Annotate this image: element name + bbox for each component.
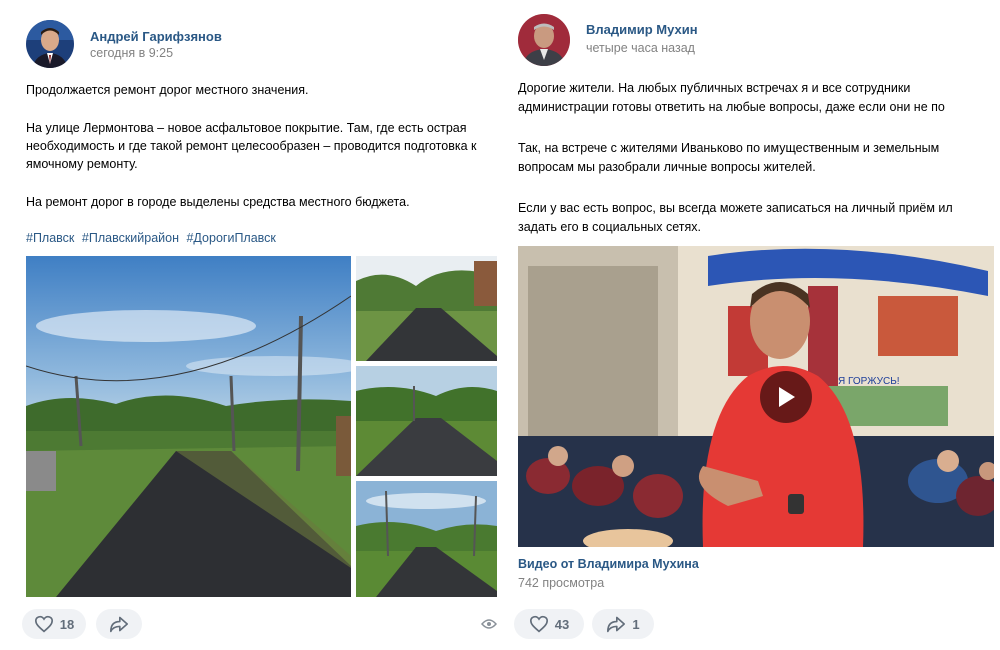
share-button[interactable] bbox=[96, 609, 142, 639]
post-text-line: ямочному ремонту. bbox=[26, 157, 138, 171]
post-text-line: Если у вас есть вопрос, вы всегда можете… bbox=[518, 201, 953, 215]
play-icon bbox=[775, 385, 797, 409]
post-text-line: вопросам мы разобрали личные вопросы жит… bbox=[518, 160, 816, 174]
road-photo-thumb[interactable] bbox=[356, 481, 497, 597]
post-text-line: На улице Лермонтова – новое асфальтовое … bbox=[26, 121, 467, 135]
like-button[interactable]: 43 bbox=[514, 609, 584, 639]
post-text-line: Дорогие жители. На любых публичных встре… bbox=[518, 81, 911, 95]
video-thumbnail[interactable]: Я ГОРЖУСЬ! bbox=[518, 246, 994, 547]
share-button[interactable]: 1 bbox=[592, 609, 654, 639]
share-icon bbox=[606, 615, 626, 633]
hashtag-link[interactable]: #Плавскийрайон bbox=[82, 231, 179, 245]
post-card: Владимир Мухин четыре часа назад Дорогие… bbox=[505, 0, 1000, 650]
author-avatar[interactable] bbox=[518, 14, 570, 66]
video-title[interactable]: Видео от Владимира Мухина bbox=[518, 557, 699, 571]
heart-icon bbox=[529, 615, 549, 633]
road-photo-main[interactable] bbox=[26, 256, 351, 597]
share-icon bbox=[109, 615, 129, 633]
post-text-line: задать его в социальных сетях. bbox=[518, 220, 701, 234]
heart-icon bbox=[34, 615, 54, 633]
eye-icon bbox=[481, 617, 497, 635]
video-views: 742 просмотра bbox=[518, 576, 605, 590]
share-count: 1 bbox=[632, 616, 640, 632]
play-button[interactable] bbox=[760, 371, 812, 423]
author-avatar[interactable] bbox=[26, 20, 74, 68]
like-button[interactable]: 18 bbox=[22, 609, 86, 639]
banner-text: Я ГОРЖУСЬ! bbox=[838, 376, 900, 387]
road-photo-thumb[interactable] bbox=[356, 366, 497, 476]
post-time[interactable]: сегодня в 9:25 bbox=[90, 46, 173, 60]
post-text-line: На ремонт дорог в городе выделены средст… bbox=[26, 195, 410, 209]
post-card: Андрей Гарифзянов сегодня в 9:25 Продолж… bbox=[0, 0, 505, 650]
post-time[interactable]: четыре часа назад bbox=[586, 41, 695, 55]
post-text-line: необходимость и где такой ремонт целесоо… bbox=[26, 139, 477, 153]
post-text-line: администрации готовы ответить на любые в… bbox=[518, 100, 945, 114]
author-name[interactable]: Андрей Гарифзянов bbox=[90, 29, 222, 44]
like-count: 43 bbox=[554, 616, 570, 632]
author-name[interactable]: Владимир Мухин bbox=[586, 22, 698, 37]
road-photo-thumb[interactable] bbox=[356, 256, 497, 361]
hashtag-list: #Плавск #Плавскийрайон #ДорогиПлавск bbox=[26, 231, 280, 245]
post-text-line: Продолжается ремонт дорог местного значе… bbox=[26, 83, 309, 97]
post-text-line: Так, на встрече с жителями Иваньково по … bbox=[518, 141, 940, 155]
hashtag-link[interactable]: #Плавск bbox=[26, 231, 74, 245]
like-count: 18 bbox=[59, 616, 75, 632]
hashtag-link[interactable]: #ДорогиПлавск bbox=[186, 231, 275, 245]
